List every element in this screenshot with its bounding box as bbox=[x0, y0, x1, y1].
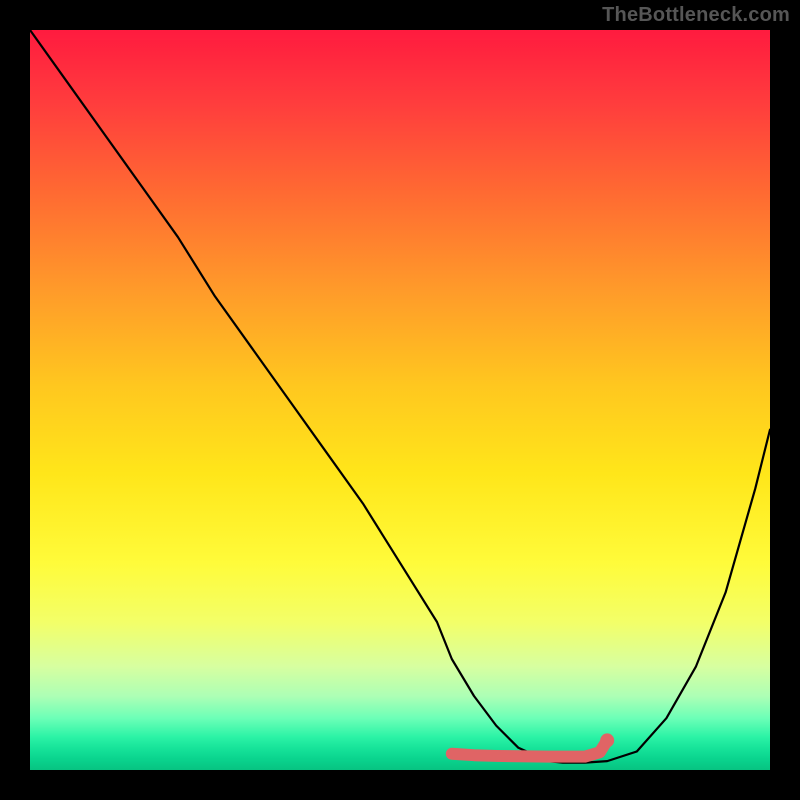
sweet-spot-marker bbox=[30, 30, 770, 770]
watermark-text: TheBottleneck.com bbox=[602, 4, 790, 27]
chart-container: TheBottleneck.com bbox=[0, 0, 800, 800]
